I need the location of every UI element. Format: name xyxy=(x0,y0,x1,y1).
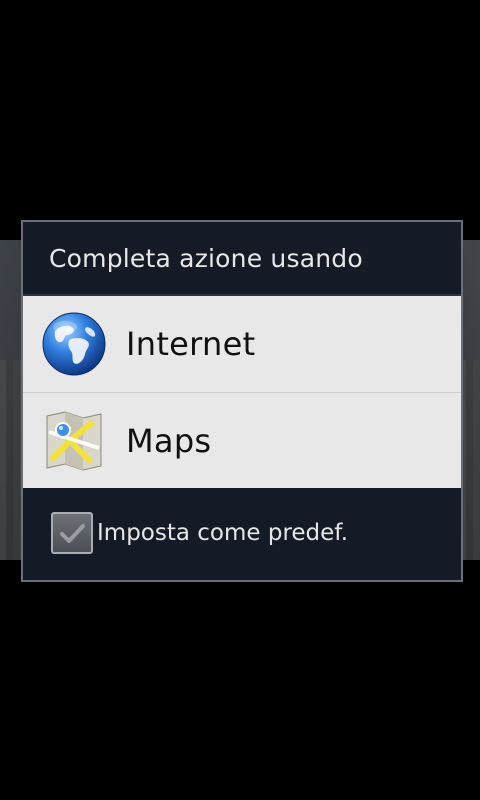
default-checkbox-label[interactable]: Imposta come predef. xyxy=(97,520,348,546)
dialog-footer: Imposta come predef. xyxy=(23,488,461,578)
app-chooser-dialog: Completa azione usando Internet Maps Imp… xyxy=(21,220,463,582)
app-list: Internet Maps xyxy=(23,296,461,488)
app-label-internet: Internet xyxy=(126,325,256,363)
dialog-title: Completa azione usando xyxy=(49,243,363,273)
globe-icon xyxy=(41,311,107,377)
default-checkbox[interactable] xyxy=(51,512,93,554)
app-item-internet[interactable]: Internet xyxy=(23,296,461,392)
screen: Completa azione usando Internet Maps Imp… xyxy=(0,0,480,800)
app-item-maps[interactable]: Maps xyxy=(23,392,461,488)
dialog-header: Completa azione usando xyxy=(23,222,461,296)
app-label-maps: Maps xyxy=(126,421,212,460)
maps-icon xyxy=(41,408,107,474)
checkmark-icon xyxy=(60,524,85,543)
